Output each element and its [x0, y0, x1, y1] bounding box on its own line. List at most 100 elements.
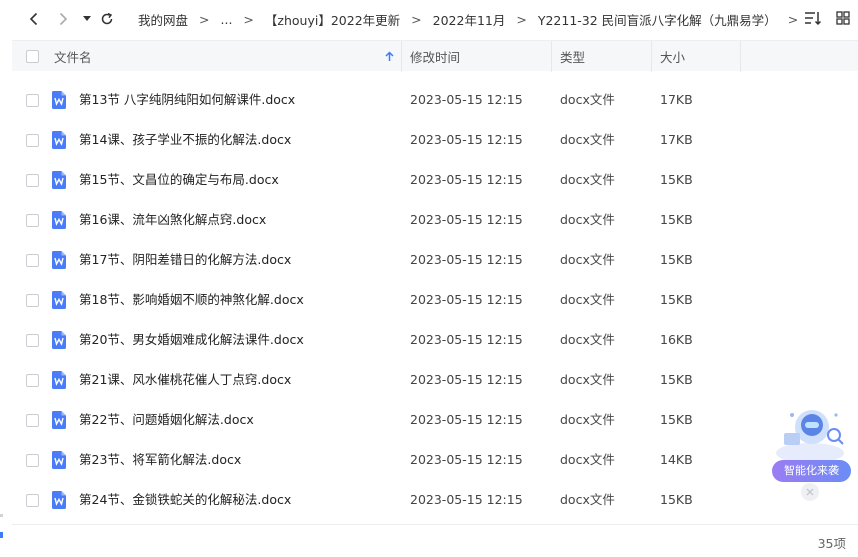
word-doc-icon — [52, 331, 66, 349]
forward-button[interactable] — [53, 9, 73, 29]
word-doc-icon — [52, 371, 66, 389]
select-all-checkbox[interactable] — [26, 41, 39, 72]
row-checkbox[interactable] — [26, 454, 39, 467]
breadcrumb-item-current[interactable]: Y2211-32 民间盲派八字化解（九鼎易学） — [538, 10, 777, 29]
breadcrumb-item-ellipsis[interactable]: ... — [221, 12, 233, 27]
file-size: 14KB — [660, 452, 693, 467]
row-checkbox[interactable] — [26, 294, 39, 307]
column-divider[interactable] — [651, 41, 652, 72]
row-checkbox[interactable] — [26, 414, 39, 427]
file-modified-time: 2023-05-15 12:15 — [410, 212, 523, 227]
column-header-size[interactable]: 大小 — [660, 41, 685, 72]
breadcrumb-separator: > — [199, 11, 210, 27]
file-row[interactable]: 第20节、男女婚姻难成化解法课件.docx 2023-05-15 12:15 doc… — [12, 320, 858, 360]
file-row[interactable]: 第18节、影响婚姻不顺的神煞化解.docx 2023-05-15 12:15 doc… — [12, 280, 858, 320]
row-checkbox[interactable] — [26, 374, 39, 387]
row-checkbox[interactable] — [26, 494, 39, 507]
file-name[interactable]: 第15节、文昌位的确定与布局.docx — [79, 160, 279, 200]
file-list: 第13节 八字纯阴纯阳如何解课件.docx 2023-05-15 12:15 doc… — [12, 80, 858, 520]
file-name[interactable]: 第16课、流年凶煞化解点窍.docx — [79, 200, 266, 240]
word-doc-icon — [52, 211, 66, 229]
row-checkbox[interactable] — [26, 214, 39, 227]
word-doc-icon — [52, 131, 66, 149]
caret-down-icon — [83, 16, 91, 21]
file-row[interactable]: 第16课、流年凶煞化解点窍.docx 2023-05-15 12:15 docx文件… — [12, 200, 858, 240]
file-row[interactable]: 第15节、文昌位的确定与布局.docx 2023-05-15 12:15 docx文… — [12, 160, 858, 200]
back-button[interactable] — [24, 9, 44, 29]
file-row[interactable]: 第24节、金锁铁蛇关的化解秘法.docx 2023-05-15 12:15 docx… — [12, 480, 858, 520]
left-edge-indicator — [0, 510, 6, 540]
file-row[interactable]: 第14课、孩子学业不振的化解法.docx 2023-05-15 12:15 docx… — [12, 120, 858, 160]
file-name[interactable]: 第13节 八字纯阴纯阳如何解课件.docx — [79, 80, 295, 120]
file-name[interactable]: 第23节、将军箭化解法.docx — [79, 440, 241, 480]
file-modified-time: 2023-05-15 12:15 — [410, 292, 523, 307]
ai-assistant-widget[interactable]: 智能化来袭 — [770, 403, 854, 501]
file-row[interactable]: 第23节、将军箭化解法.docx 2023-05-15 12:15 docx文件 14… — [12, 440, 858, 480]
word-doc-icon — [52, 411, 66, 429]
file-modified-time: 2023-05-15 12:15 — [410, 172, 523, 187]
file-size: 15KB — [660, 252, 693, 267]
file-type: docx文件 — [560, 92, 615, 107]
checkbox-box — [26, 50, 39, 63]
breadcrumb-item-root[interactable]: 我的网盘 — [138, 10, 188, 29]
file-type: docx文件 — [560, 372, 615, 387]
edge-mark-icon — [0, 514, 3, 538]
breadcrumb: 我的网盘 > ... > 【zhouyi】2022年更新 > 2022年11月 … — [138, 0, 809, 38]
breadcrumb-item-month[interactable]: 2022年11月 — [433, 10, 506, 29]
file-modified-time: 2023-05-15 12:15 — [410, 372, 523, 387]
file-modified-time: 2023-05-15 12:15 — [410, 92, 523, 107]
column-header-type[interactable]: 类型 — [560, 41, 585, 72]
breadcrumb-item-zhouyi[interactable]: 【zhouyi】2022年更新 — [265, 10, 400, 29]
file-name[interactable]: 第21课、风水催桃花催人丁点窍.docx — [79, 360, 291, 400]
file-type: docx文件 — [560, 412, 615, 427]
file-size: 15KB — [660, 492, 693, 507]
file-row[interactable]: 第21课、风水催桃花催人丁点窍.docx 2023-05-15 12:15 docx… — [12, 360, 858, 400]
file-size: 15KB — [660, 292, 693, 307]
file-type: docx文件 — [560, 172, 615, 187]
file-modified-time: 2023-05-15 12:15 — [410, 332, 523, 347]
file-name[interactable]: 第14课、孩子学业不振的化解法.docx — [79, 120, 291, 160]
file-name[interactable]: 第17节、阴阳差错日的化解方法.docx — [79, 240, 291, 280]
word-doc-icon — [52, 291, 66, 309]
column-divider[interactable] — [740, 41, 741, 72]
file-row[interactable]: 第13节 八字纯阴纯阳如何解课件.docx 2023-05-15 12:15 doc… — [12, 80, 858, 120]
close-icon — [806, 488, 814, 496]
file-size: 15KB — [660, 172, 693, 187]
file-name[interactable]: 第18节、影响婚姻不顺的神煞化解.docx — [79, 280, 304, 320]
file-name[interactable]: 第22节、问题婚姻化解法.docx — [79, 400, 254, 440]
refresh-button[interactable] — [97, 9, 117, 29]
ai-widget-close-button[interactable] — [801, 483, 819, 501]
word-doc-icon — [52, 451, 66, 469]
file-row[interactable]: 第17节、阴阳差错日的化解方法.docx 2023-05-15 12:15 docx… — [12, 240, 858, 280]
column-divider[interactable] — [401, 41, 402, 72]
column-header-name[interactable]: 文件名 — [54, 41, 92, 72]
chevron-right-icon — [59, 12, 68, 26]
chevron-left-icon — [29, 12, 38, 26]
breadcrumb-separator: > — [787, 11, 799, 27]
file-name[interactable]: 第20节、男女婚姻难成化解法课件.docx — [79, 320, 304, 360]
row-checkbox[interactable] — [26, 254, 39, 267]
sort-direction-button[interactable] — [385, 41, 394, 72]
row-checkbox[interactable] — [26, 334, 39, 347]
footer-divider — [12, 524, 858, 525]
breadcrumb-separator: > — [411, 11, 422, 27]
row-checkbox[interactable] — [26, 94, 39, 107]
file-row[interactable]: 第22节、问题婚姻化解法.docx 2023-05-15 12:15 docx文件 1… — [12, 400, 858, 440]
file-size: 17KB — [660, 92, 693, 107]
file-name[interactable]: 第24节、金锁铁蛇关的化解秘法.docx — [79, 480, 291, 520]
row-checkbox[interactable] — [26, 134, 39, 147]
file-modified-time: 2023-05-15 12:15 — [410, 252, 523, 267]
word-doc-icon — [52, 171, 66, 189]
history-dropdown-button[interactable] — [77, 9, 97, 29]
grid-icon — [836, 11, 850, 25]
column-divider[interactable] — [551, 41, 552, 72]
file-type: docx文件 — [560, 492, 615, 507]
file-list-header: 文件名 修改时间 类型 大小 — [12, 40, 858, 72]
file-type: docx文件 — [560, 332, 615, 347]
column-header-modified[interactable]: 修改时间 — [410, 41, 460, 72]
file-type: docx文件 — [560, 212, 615, 227]
row-checkbox[interactable] — [26, 174, 39, 187]
grid-view-button[interactable] — [836, 11, 850, 29]
ai-widget-label[interactable]: 智能化来袭 — [772, 460, 851, 482]
sort-button[interactable] — [804, 10, 822, 30]
